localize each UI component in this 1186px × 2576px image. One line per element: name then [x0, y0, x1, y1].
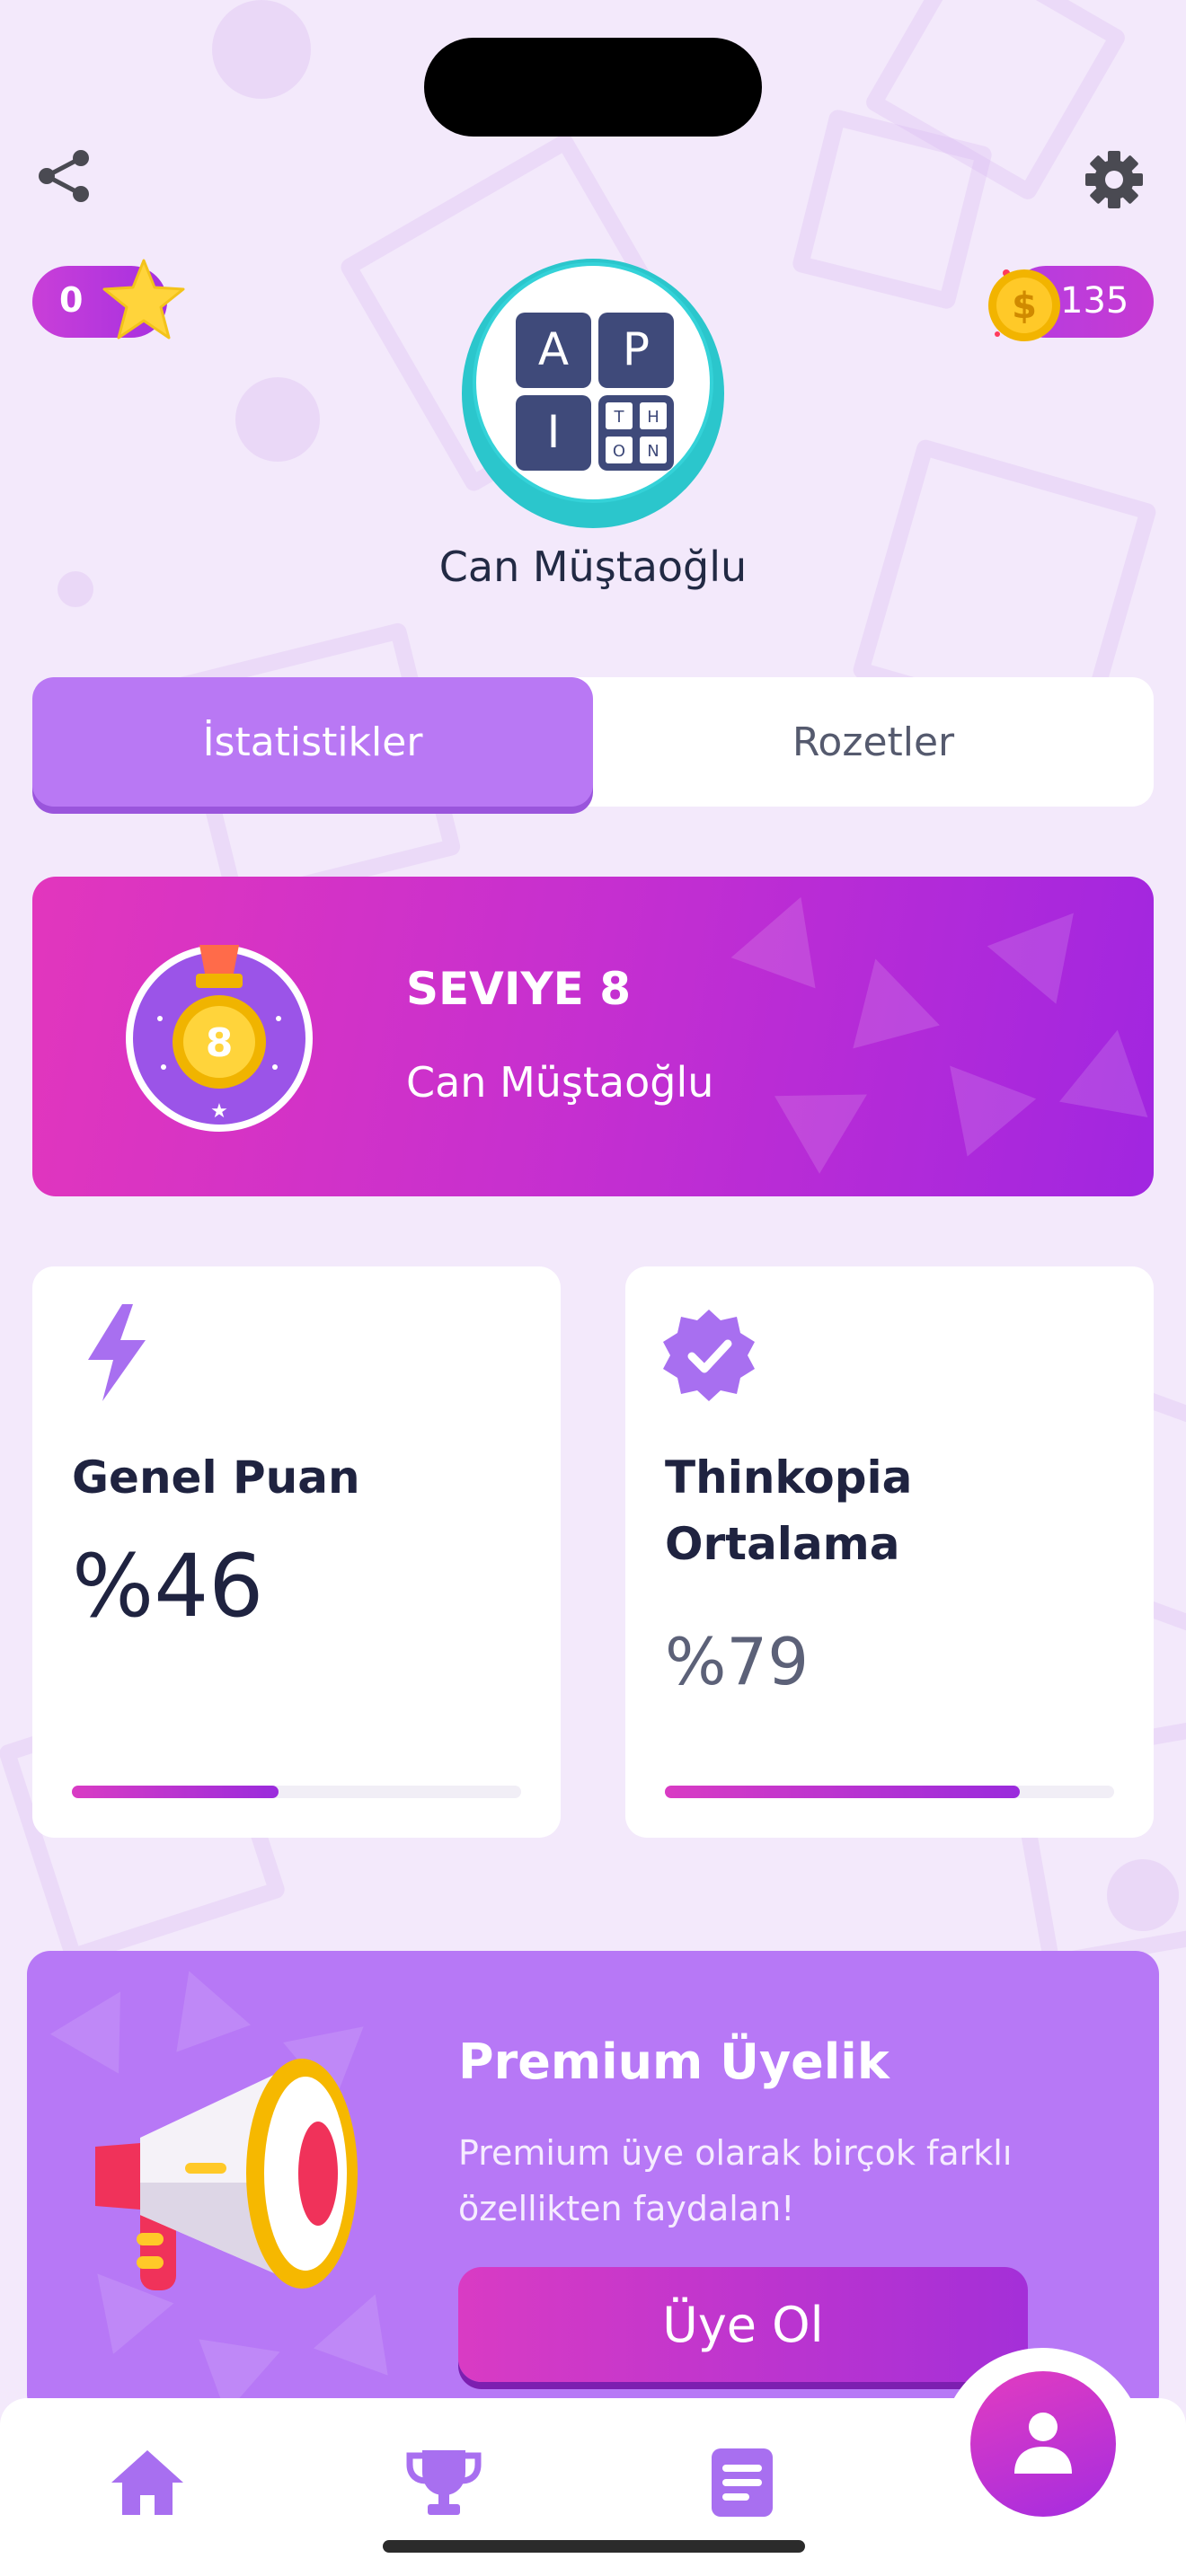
thinkopia-average-progress: [665, 1786, 1114, 1798]
nav-profile[interactable]: [970, 2371, 1116, 2517]
thinkopia-average-card: Thinkopia Ortalama %79: [625, 1266, 1154, 1838]
stars-count: 0: [59, 280, 84, 320]
profile-tabs: İstatistikler Rozetler: [32, 677, 1154, 807]
api-logo: A P I T H O N: [516, 313, 674, 471]
medal-icon: 8 ★: [122, 941, 316, 1135]
coins-count: 135: [1060, 280, 1129, 322]
svg-text:$: $: [1012, 286, 1037, 327]
thinkopia-average-progress-fill: [665, 1786, 1020, 1798]
logo-letter-p: P: [623, 323, 650, 375]
gear-icon: [1085, 151, 1143, 208]
megaphone-icon: [86, 2057, 374, 2317]
lightning-icon: [88, 1304, 146, 1401]
list-icon: [712, 2448, 773, 2517]
nav-leaderboard[interactable]: [406, 2445, 482, 2520]
thinkopia-label-line2: Ortalama: [665, 1518, 900, 1570]
logo-letter-h: H: [647, 408, 659, 427]
logo-letter-o: O: [613, 442, 625, 461]
level-title: SEVIYE 8: [406, 963, 632, 1015]
svg-text:★: ★: [210, 1100, 228, 1123]
coin-icon: $: [970, 253, 1069, 352]
general-score-progress: [72, 1786, 521, 1798]
verified-badge-icon: [663, 1310, 755, 1401]
device-notch: [424, 38, 762, 137]
thinkopia-label-line1: Thinkopia: [665, 1451, 913, 1504]
profile-icon: [1014, 2413, 1072, 2474]
nav-tasks[interactable]: [704, 2445, 780, 2520]
tab-statistics[interactable]: İstatistikler: [32, 677, 593, 807]
settings-button[interactable]: [1078, 144, 1150, 216]
general-score-label: Genel Puan: [72, 1451, 360, 1504]
tab-badges[interactable]: Rozetler: [593, 677, 1154, 807]
general-score-value: %46: [72, 1536, 264, 1636]
trophy-icon: [406, 2450, 482, 2515]
level-user-name: Can Müştaoğlu: [406, 1058, 714, 1107]
share-button[interactable]: [32, 144, 97, 208]
home-icon: [111, 2450, 183, 2515]
logo-letter-t: T: [614, 408, 625, 427]
logo-letter-a: A: [538, 323, 569, 375]
thinkopia-average-value: %79: [665, 1624, 810, 1699]
general-score-progress-fill: [72, 1786, 279, 1798]
premium-title: Premium Üyelik: [458, 2033, 890, 2090]
logo-letter-i: I: [547, 406, 561, 458]
star-icon: [101, 257, 187, 343]
general-score-card: Genel Puan %46: [32, 1266, 561, 1838]
logo-letter-n: N: [647, 442, 659, 461]
medal-number: 8: [206, 1020, 234, 1066]
home-indicator: [383, 2540, 805, 2553]
share-icon: [39, 150, 89, 202]
premium-description: Premium üye olarak birçok farklı özellik…: [458, 2133, 1013, 2228]
join-premium-button[interactable]: Üye Ol: [458, 2267, 1028, 2382]
profile-name: Can Müştaoğlu: [438, 543, 748, 591]
nav-home[interactable]: [110, 2445, 185, 2520]
